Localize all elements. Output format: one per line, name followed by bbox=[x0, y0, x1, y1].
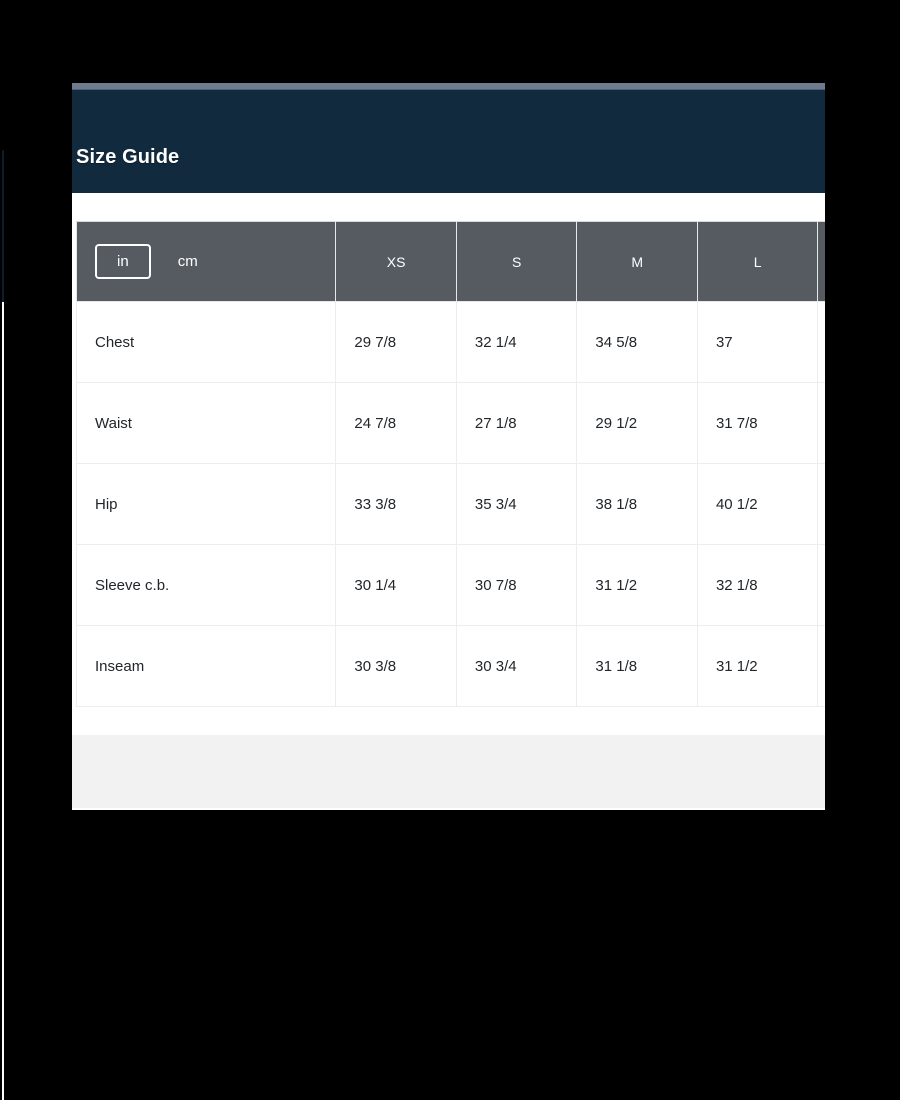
cell-sleeve-l: 32 1/8 bbox=[696, 544, 819, 626]
page-title: Size Guide bbox=[76, 146, 180, 168]
unit-toggle[interactable]: in cm bbox=[77, 244, 335, 279]
cell-hip-xs: 33 3/8 bbox=[335, 463, 457, 545]
unit-toggle-cell: in cm bbox=[75, 221, 337, 302]
cell-inseam-s: 30 3/4 bbox=[455, 625, 578, 707]
cell-chest-m: 34 5/8 bbox=[576, 301, 698, 383]
modal-footer bbox=[72, 735, 825, 808]
unit-option-cm[interactable]: cm bbox=[161, 246, 215, 277]
modal-header: Size Guide bbox=[72, 90, 825, 193]
column-header-l: L bbox=[696, 221, 819, 302]
row-label-inseam: Inseam bbox=[75, 625, 337, 707]
table-row: Chest 29 7/8 32 1/4 34 5/8 37 39 3/8 bbox=[75, 301, 825, 383]
cell-waist-s: 27 1/8 bbox=[455, 382, 578, 464]
cell-hip-m: 38 1/8 bbox=[576, 463, 698, 545]
cell-inseam-l: 31 1/2 bbox=[696, 625, 819, 707]
table-row: Hip 33 3/8 35 3/4 38 1/8 40 1/2 42 7/8 bbox=[75, 463, 825, 545]
row-label-chest: Chest bbox=[75, 301, 337, 383]
cell-waist-m: 29 1/2 bbox=[576, 382, 698, 464]
left-edge-rail bbox=[2, 150, 4, 1100]
table-head: in cm XS S M L XL bbox=[75, 221, 825, 302]
cell-waist-xl: 34 1/4 bbox=[817, 382, 825, 464]
cell-inseam-xl: 31 7/8 bbox=[817, 625, 825, 707]
column-header-s: S bbox=[455, 221, 578, 302]
table-row: Inseam 30 3/8 30 3/4 31 1/8 31 1/2 31 7/… bbox=[75, 625, 825, 707]
cell-inseam-m: 31 1/8 bbox=[576, 625, 698, 707]
cell-chest-l: 37 bbox=[696, 301, 819, 383]
modal-body: in cm XS S M L XL Chest 29 7/8 bbox=[72, 193, 825, 707]
cell-hip-s: 35 3/4 bbox=[455, 463, 578, 545]
cell-waist-xs: 24 7/8 bbox=[335, 382, 457, 464]
table-body: Chest 29 7/8 32 1/4 34 5/8 37 39 3/8 Wai… bbox=[75, 301, 825, 707]
size-guide-modal: Size Guide in cm XS S M L Chest 29 7/8 3… bbox=[72, 83, 825, 810]
row-label-hip: Hip bbox=[75, 463, 337, 545]
size-guide-table: in cm XS S M L XL Chest 29 7/8 bbox=[75, 221, 825, 707]
row-label-waist: Waist bbox=[75, 382, 337, 464]
column-header-xl: XL bbox=[817, 221, 825, 302]
table-header-row: in cm XS S M L XL bbox=[75, 221, 825, 302]
page-root: Size Guide in cm XS S M L Chest 29 7/8 3… bbox=[0, 0, 900, 1100]
cell-sleeve-s: 30 7/8 bbox=[455, 544, 578, 626]
unit-option-in[interactable]: in bbox=[95, 244, 151, 279]
cell-hip-xl: 42 7/8 bbox=[817, 463, 825, 545]
cell-chest-xs: 29 7/8 bbox=[335, 301, 457, 383]
cell-sleeve-m: 31 1/2 bbox=[576, 544, 698, 626]
column-header-m: M bbox=[576, 221, 698, 302]
cell-sleeve-xl: 32 3/4 bbox=[817, 544, 825, 626]
table-row: Sleeve c.b. 30 1/4 30 7/8 31 1/2 32 1/8 … bbox=[75, 544, 825, 626]
cell-waist-l: 31 7/8 bbox=[696, 382, 819, 464]
column-header-xs: XS bbox=[335, 221, 457, 302]
cell-chest-xl: 39 3/8 bbox=[817, 301, 825, 383]
modal-top-accent-bar bbox=[72, 83, 825, 90]
left-edge-rail-tint bbox=[2, 150, 4, 302]
table-row: Waist 24 7/8 27 1/8 29 1/2 31 7/8 34 1/4 bbox=[75, 382, 825, 464]
cell-sleeve-xs: 30 1/4 bbox=[335, 544, 457, 626]
cell-inseam-xs: 30 3/8 bbox=[335, 625, 457, 707]
modal-body-spacer bbox=[72, 707, 825, 735]
cell-hip-l: 40 1/2 bbox=[696, 463, 819, 545]
row-label-sleeve-cb: Sleeve c.b. bbox=[75, 544, 337, 626]
cell-chest-s: 32 1/4 bbox=[455, 301, 578, 383]
